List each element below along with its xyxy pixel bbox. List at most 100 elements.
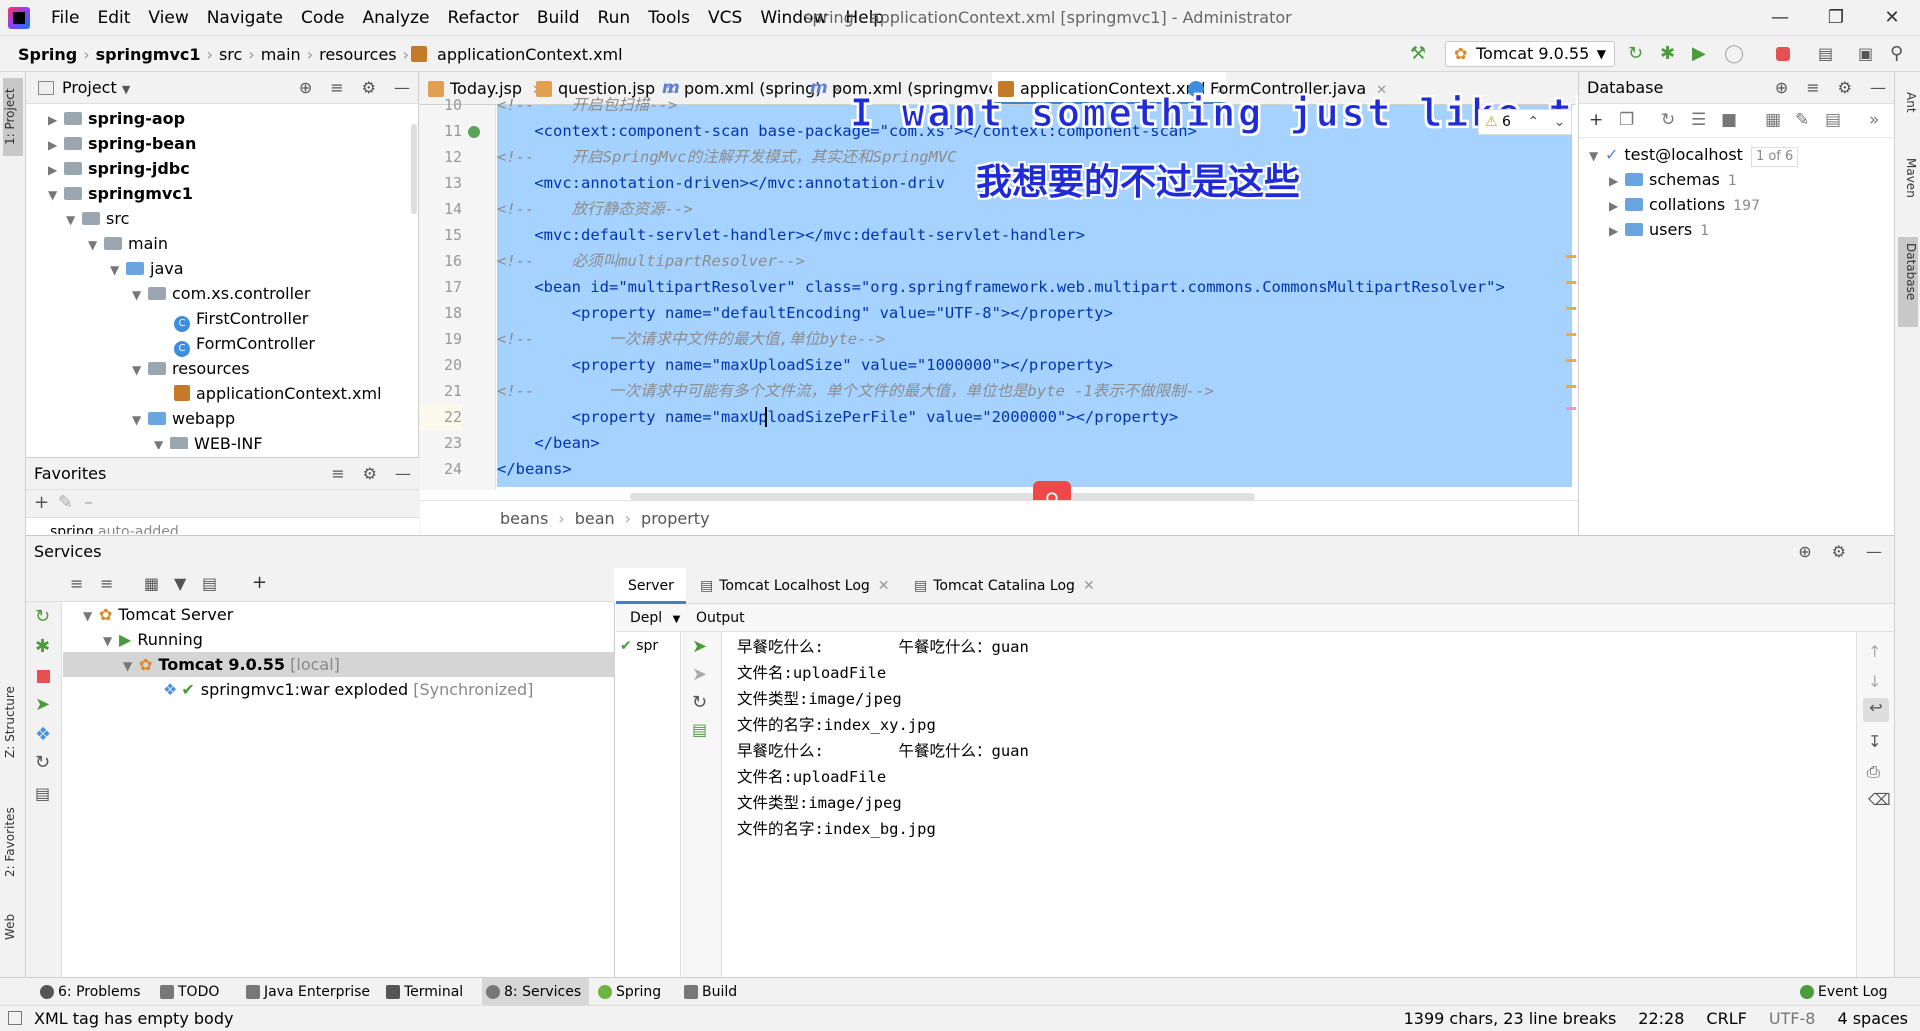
deploy-icon[interactable]: ➤ (35, 694, 50, 715)
structure-tool-tab[interactable]: Z: Structure (3, 672, 23, 772)
project-structure-icon[interactable]: ▤ (1818, 44, 1838, 64)
arrow-up-icon[interactable]: ↑ (1868, 642, 1881, 661)
hide-icon[interactable]: — (395, 464, 411, 483)
tree-node-java[interactable]: ▼ java (110, 256, 184, 281)
build-tool-button[interactable]: Build (680, 978, 737, 1006)
crumb-resources[interactable]: resources (315, 45, 401, 64)
rerun-icon[interactable]: ↻ (1628, 44, 1648, 64)
tree-node-applicationcontext[interactable]: applicationContext.xml (174, 381, 382, 406)
profile-icon[interactable]: ◯ (1724, 44, 1744, 64)
console-output[interactable]: 早餐吃什么: 午餐吃什么：guan 文件名:uploadFile 文件类型:im… (723, 632, 1883, 978)
todo-tool-button[interactable]: TODO (156, 978, 219, 1006)
collapse-all-icon[interactable]: ≡ (330, 78, 343, 97)
gear-icon[interactable]: ⚙ (1838, 78, 1852, 97)
breadcrumb-property[interactable]: property (641, 509, 710, 528)
project-tool-tab[interactable]: 1: Project (3, 78, 23, 156)
deployment-column-header[interactable]: Depl ▼ (630, 604, 680, 634)
tree-node-spring-bean[interactable]: ▶ spring-bean (48, 131, 196, 156)
db-item-users[interactable]: ▶ users 1 (1609, 217, 1709, 242)
coverage-icon[interactable]: ▶ (1692, 44, 1712, 64)
add-icon[interactable]: + (1589, 110, 1603, 130)
add-service-icon[interactable]: + (252, 572, 267, 593)
edit-icon[interactable]: ✎ (58, 492, 73, 513)
indent-setting[interactable]: 4 spaces (1837, 1006, 1908, 1031)
debug-icon[interactable]: ✱ (1660, 44, 1680, 64)
tree-node-spring-aop[interactable]: ▶ spring-aop (48, 106, 185, 131)
db-item-collations[interactable]: ▶ collations 197 (1609, 192, 1760, 217)
tree-node-resources[interactable]: ▼ resources (132, 356, 250, 381)
menu-build[interactable]: Build (528, 0, 589, 36)
database-tool-tab[interactable]: Database (1898, 237, 1918, 327)
crumb-src[interactable]: src (215, 45, 246, 64)
deployment-item[interactable]: ✔ spr (620, 634, 658, 658)
layout-icon[interactable]: ▣ (1858, 44, 1878, 64)
tree-node-formcontroller[interactable]: C FormController (174, 331, 315, 357)
tree-node-webapp[interactable]: ▼ webapp (132, 406, 235, 431)
tree-node-src[interactable]: ▼ src (66, 206, 129, 231)
hide-icon[interactable]: — (1870, 78, 1886, 97)
filter-icon[interactable]: ▼ (174, 574, 186, 593)
ant-tool-tab[interactable]: Ant (1898, 86, 1918, 136)
service-running-group[interactable]: ▼ ▶ Running (63, 627, 615, 652)
soft-wrap-icon[interactable]: ↩ (1863, 698, 1889, 722)
char-count[interactable]: 1399 chars, 23 line breaks (1404, 1006, 1617, 1031)
favorites-tool-tab[interactable]: 2: Favorites (3, 792, 23, 892)
tree-node-spring-jdbc[interactable]: ▶ spring-jdbc (48, 156, 190, 181)
java-enterprise-tool-button[interactable]: Java Enterprise (242, 978, 370, 1006)
tab-localhost-log[interactable]: ▤ Tomcat Localhost Log ✕ (688, 568, 902, 604)
menu-run[interactable]: Run (589, 0, 640, 36)
deploy-icon[interactable]: ➤ (692, 636, 707, 657)
collapse-all-icon[interactable]: ≡ (1806, 78, 1819, 97)
service-artifact[interactable]: ❖ ✔ springmvc1:war exploded [Synchronized] (63, 677, 615, 702)
collapse-all-icon[interactable]: ≡ (331, 464, 344, 483)
menu-tools[interactable]: Tools (639, 0, 699, 36)
file-encoding[interactable]: UTF-8 (1769, 1006, 1816, 1031)
service-tomcat-instance[interactable]: ▼ ✿ Tomcat 9.0.55 [local] (63, 652, 615, 677)
artifact-icon[interactable]: ❖ (35, 724, 51, 745)
refresh-icon[interactable]: ↻ (35, 752, 50, 773)
menu-file[interactable]: File (42, 0, 88, 36)
chevron-up-icon[interactable]: ⌃ (1527, 114, 1539, 130)
stop-icon[interactable] (1776, 47, 1790, 61)
tab-server[interactable]: Server (616, 568, 686, 604)
group-by-icon[interactable]: ▦ (144, 574, 159, 593)
breadcrumb-beans[interactable]: beans (500, 509, 548, 528)
menu-edit[interactable]: Edit (88, 0, 139, 36)
crumb-file[interactable]: applicationContext.xml (433, 45, 627, 64)
inspection-widget[interactable]: ⚠ 6 ⌃ ⌄ (1478, 109, 1572, 135)
stop-icon[interactable]: ■ (1721, 110, 1737, 130)
menu-navigate[interactable]: Navigate (198, 0, 292, 36)
refresh-icon[interactable]: ↻ (692, 692, 707, 713)
restore-icon[interactable]: ❐ (1808, 0, 1864, 36)
tree-node-springmvc1[interactable]: ▼ springmvc1 (48, 181, 193, 206)
stop-icon[interactable] (37, 670, 50, 683)
hide-icon[interactable]: — (394, 78, 410, 97)
tree-node-firstcontroller[interactable]: C FirstController (174, 306, 308, 332)
crumb-main[interactable]: main (257, 45, 305, 64)
print-icon[interactable]: ⎙ (1867, 762, 1880, 782)
gear-icon[interactable]: ⚙ (1832, 542, 1846, 561)
debug-icon[interactable]: ✱ (35, 636, 50, 657)
locate-icon[interactable]: ⊕ (299, 78, 312, 97)
event-log-button[interactable]: Event Log (1796, 978, 1888, 1006)
console-icon[interactable]: ▤ (1825, 110, 1841, 130)
layout-icon[interactable]: ▤ (35, 784, 50, 803)
tree-node-main[interactable]: ▼ main (88, 231, 168, 256)
project-panel-title[interactable]: Project ▼ (62, 72, 130, 106)
properties-icon[interactable]: ☰ (1691, 110, 1706, 130)
project-scrollbar[interactable] (411, 124, 417, 214)
db-connection[interactable]: ▼ ✓ test@localhost 1 of 6 (1589, 142, 1799, 167)
tab-catalina-log[interactable]: ▤ Tomcat Catalina Log ✕ (902, 568, 1107, 604)
terminal-tool-button[interactable]: Terminal (382, 978, 463, 1006)
service-tomcat-server[interactable]: ▼ ✿ Tomcat Server (63, 602, 615, 627)
services-tool-button[interactable]: 8: Services (482, 978, 590, 1006)
crumb-project[interactable]: Spring (14, 45, 81, 64)
update-icon[interactable]: ▤ (692, 720, 707, 739)
copy-icon[interactable]: ❐ (1619, 110, 1634, 130)
menu-code[interactable]: Code (292, 0, 354, 36)
undeploy-icon[interactable]: ➤ (692, 664, 707, 685)
menu-analyze[interactable]: Analyze (354, 0, 439, 36)
gear-icon[interactable]: ⚙ (362, 78, 376, 97)
line-separator[interactable]: CRLF (1706, 1006, 1746, 1031)
web-tool-tab[interactable]: Web (3, 902, 23, 952)
